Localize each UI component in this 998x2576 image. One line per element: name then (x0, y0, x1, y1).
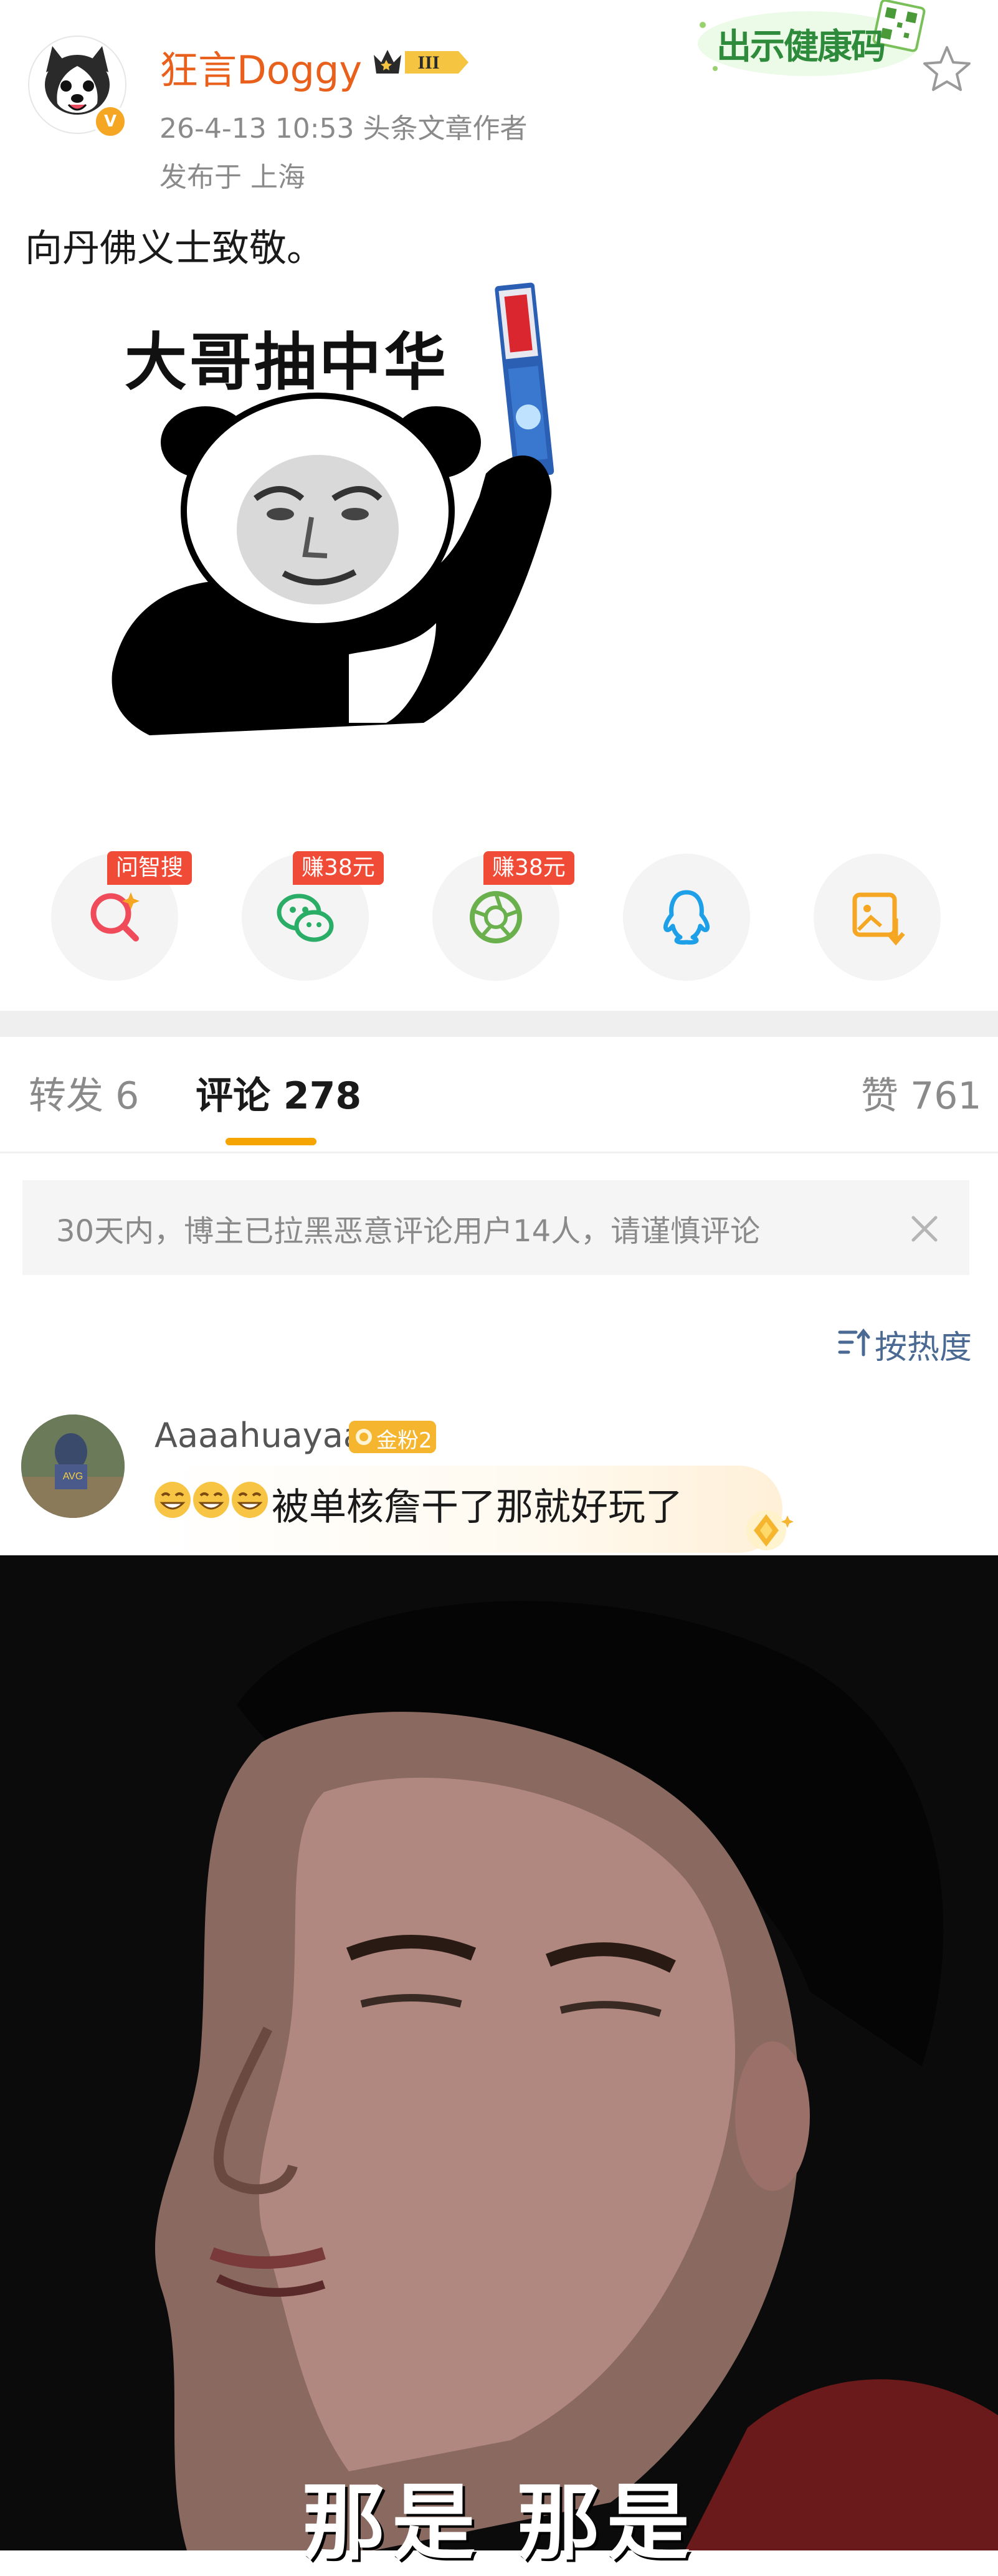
comment-image[interactable] (0, 1555, 998, 2550)
verified-badge-icon: V (93, 105, 127, 138)
author-name[interactable]: 狂言Doggy (159, 39, 362, 95)
share-tag-wechat: 赚38元 (293, 851, 384, 885)
save-image-button[interactable] (814, 854, 941, 981)
post-location: 发布于 上海 (159, 161, 305, 193)
qq-icon (663, 890, 710, 945)
badge-level: III (417, 52, 439, 73)
post-text: 向丹佛义士致敬。 (25, 227, 324, 270)
commenter-avatar[interactable]: AVG (21, 1414, 125, 1518)
notice-text: 30天内，博主已拉黑恶意评论用户14人，请谨慎评论 (56, 1214, 761, 1249)
favorite-star-icon[interactable] (922, 44, 972, 93)
sort-icon[interactable] (837, 1327, 871, 1358)
tab-divider (0, 1152, 998, 1153)
tab-comments[interactable]: 评论 278 (196, 1066, 361, 1120)
save-image-icon (852, 892, 905, 946)
post-meta: 26-4-13 10:53 头条文章作者 (159, 113, 528, 145)
close-icon[interactable] (905, 1209, 944, 1249)
share-qq-button[interactable] (623, 854, 750, 981)
gem-icon (735, 1505, 797, 1555)
sort-by-popularity[interactable]: 按热度 (875, 1321, 972, 1368)
grin-emoji-icon (154, 1482, 191, 1518)
commenter-username[interactable]: Aaaahuayaa (154, 1416, 364, 1455)
section-divider (0, 1011, 998, 1037)
comment-text: 被单核詹干了那就好玩了 (272, 1486, 683, 1529)
member-crown-badge[interactable]: III (371, 44, 471, 81)
health-code-label[interactable]: 出示健康码 (716, 19, 886, 69)
moments-icon (470, 891, 522, 943)
wechat-icon (277, 894, 334, 942)
comment-image-caption: 那是 那是 (302, 2474, 696, 2572)
grin-emoji-icon (232, 1482, 268, 1518)
fan-badge-label: 金粉2 (376, 1428, 432, 1453)
active-tab-indicator (226, 1138, 316, 1145)
share-tag-moments: 赚38元 (483, 851, 574, 885)
grin-emoji-icon (193, 1482, 229, 1518)
post-image-caption: 大哥抽中华 (125, 326, 449, 399)
search-icon (90, 892, 140, 942)
share-tag-search: 问智搜 (107, 851, 192, 885)
svg-text:AVG: AVG (63, 1471, 83, 1482)
tab-likes[interactable]: 赞 761 (861, 1066, 982, 1120)
tab-repost[interactable]: 转发 6 (29, 1066, 139, 1120)
